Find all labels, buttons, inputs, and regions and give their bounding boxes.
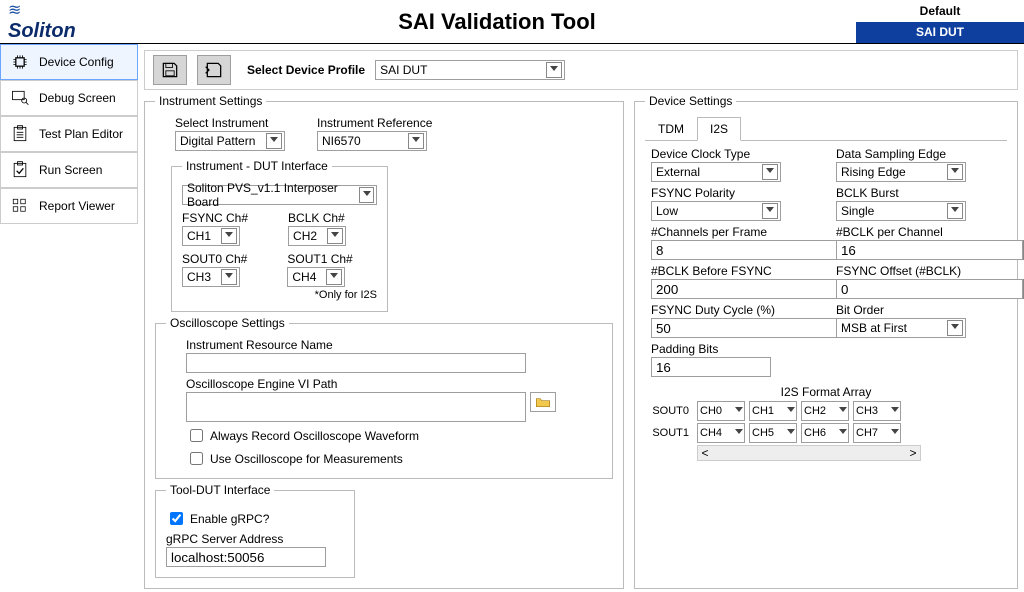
fsync-polarity-select[interactable]: Low <box>651 201 781 221</box>
padding-bits-input[interactable] <box>651 357 771 377</box>
logo: ≋ Soliton <box>0 0 138 47</box>
fsync-offset-input[interactable] <box>836 279 966 299</box>
sout1-ch7-select[interactable]: CH7 <box>853 423 901 443</box>
profile-default-label: Default <box>856 0 1024 22</box>
monitor-magnify-icon <box>9 88 31 108</box>
device-clock-type-select[interactable]: External <box>651 162 781 182</box>
enable-grpc-checkbox[interactable] <box>170 512 183 525</box>
clipboard-list-icon <box>9 124 31 144</box>
device-profile-select[interactable]: SAI DUT <box>375 60 565 80</box>
toolbar: Select Device Profile SAI DUT <box>144 50 1018 90</box>
data-sampling-edge-select[interactable]: Rising Edge <box>836 162 966 182</box>
sout0-ch0-select[interactable]: CH0 <box>697 401 745 421</box>
sout0-ch-select[interactable]: CH3 <box>182 267 240 287</box>
use-osc-checkbox[interactable] <box>190 452 203 465</box>
sout1-ch-select[interactable]: CH4 <box>287 267 345 287</box>
select-instrument[interactable]: Digital Pattern <box>175 131 285 151</box>
chevron-down-icon <box>546 62 562 78</box>
tab-i2s[interactable]: I2S <box>697 117 741 141</box>
sidebar-item-label: Device Config <box>39 55 114 69</box>
sout0-ch3-select[interactable]: CH3 <box>853 401 901 421</box>
app-title: SAI Validation Tool <box>138 9 856 35</box>
sidebar-item-device-config[interactable]: Device Config <box>0 44 138 80</box>
sout1-ch4-select[interactable]: CH4 <box>697 423 745 443</box>
channels-per-frame-input[interactable] <box>651 240 781 260</box>
sidebar-item-label: Debug Screen <box>39 91 116 105</box>
profile-current-label: SAI DUT <box>856 22 1024 44</box>
instrument-dut-interface-group: Instrument - DUT Interface Soliton PVS_v… <box>171 159 388 312</box>
sout0-ch1-select[interactable]: CH1 <box>749 401 797 421</box>
bit-order-select[interactable]: MSB at First <box>836 318 966 338</box>
bclk-per-channel-input[interactable] <box>836 240 966 260</box>
device-settings-group: Device Settings TDM I2S Device Clock Typ… <box>634 94 1018 589</box>
sidebar-item-run-screen[interactable]: Run Screen <box>0 152 138 188</box>
chip-icon <box>9 52 31 72</box>
only-i2s-note: *Only for I2S <box>182 289 377 301</box>
tab-tdm[interactable]: TDM <box>645 117 697 141</box>
sidebar-item-report-viewer[interactable]: Report Viewer <box>0 188 138 224</box>
bclk-before-fsync-input[interactable] <box>651 279 781 299</box>
tool-dut-interface-group: Tool-DUT Interface Enable gRPC? gRPC Ser… <box>155 483 355 578</box>
instrument-settings-group: Instrument Settings Select Instrument Di… <box>144 94 624 589</box>
oscilloscope-settings-group: Oscilloscope Settings Instrument Resourc… <box>155 316 613 479</box>
sidebar-item-test-plan-editor[interactable]: Test Plan Editor <box>0 116 138 152</box>
sidebar-item-label: Test Plan Editor <box>39 127 123 141</box>
bclk-burst-select[interactable]: Single <box>836 201 966 221</box>
grid-icon <box>9 197 31 215</box>
engine-vi-path-input[interactable] <box>186 392 526 422</box>
always-record-checkbox[interactable] <box>190 429 203 442</box>
grpc-address-input[interactable] <box>166 547 326 567</box>
sout1-ch6-select[interactable]: CH6 <box>801 423 849 443</box>
sidebar-item-label: Report Viewer <box>39 199 115 213</box>
clipboard-check-icon <box>9 160 31 180</box>
fsync-duty-input[interactable] <box>651 318 781 338</box>
profile-label: Select Device Profile <box>247 63 365 77</box>
dut-interface-select[interactable]: Soliton PVS_v1.1 Interposer Board <box>182 185 377 205</box>
browse-button[interactable] <box>530 392 556 412</box>
sout0-ch2-select[interactable]: CH2 <box>801 401 849 421</box>
save-button[interactable] <box>153 55 187 85</box>
sout1-ch5-select[interactable]: CH5 <box>749 423 797 443</box>
format-scrollbar[interactable]: <> <box>697 445 921 461</box>
format-array-label: I2S Format Array <box>651 385 1001 399</box>
instrument-resource-name-input[interactable] <box>186 353 526 373</box>
save-as-button[interactable] <box>197 55 231 85</box>
sidebar-item-debug-screen[interactable]: Debug Screen <box>0 80 138 116</box>
fsync-ch-select[interactable]: CH1 <box>182 226 240 246</box>
bclk-ch-select[interactable]: CH2 <box>288 226 346 246</box>
sidebar-item-label: Run Screen <box>39 163 102 177</box>
instrument-reference-select[interactable]: NI6570 <box>317 131 427 151</box>
